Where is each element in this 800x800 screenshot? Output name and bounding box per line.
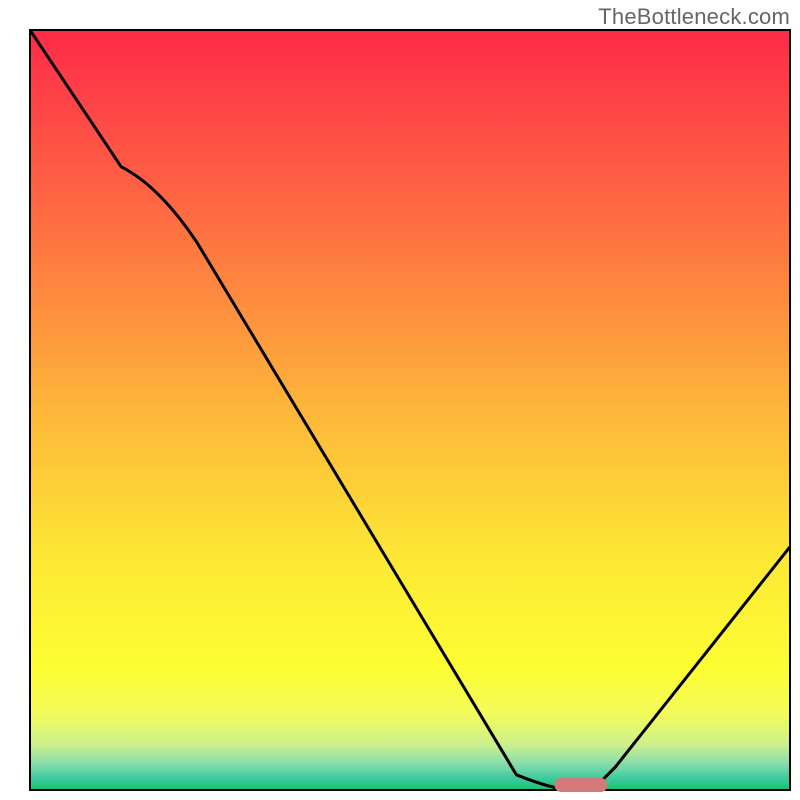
optimum-marker (554, 778, 607, 792)
chart-container: TheBottleneck.com (0, 0, 800, 800)
plot-background (30, 30, 790, 790)
watermark-label: TheBottleneck.com (598, 4, 790, 30)
bottleneck-chart (0, 0, 800, 800)
